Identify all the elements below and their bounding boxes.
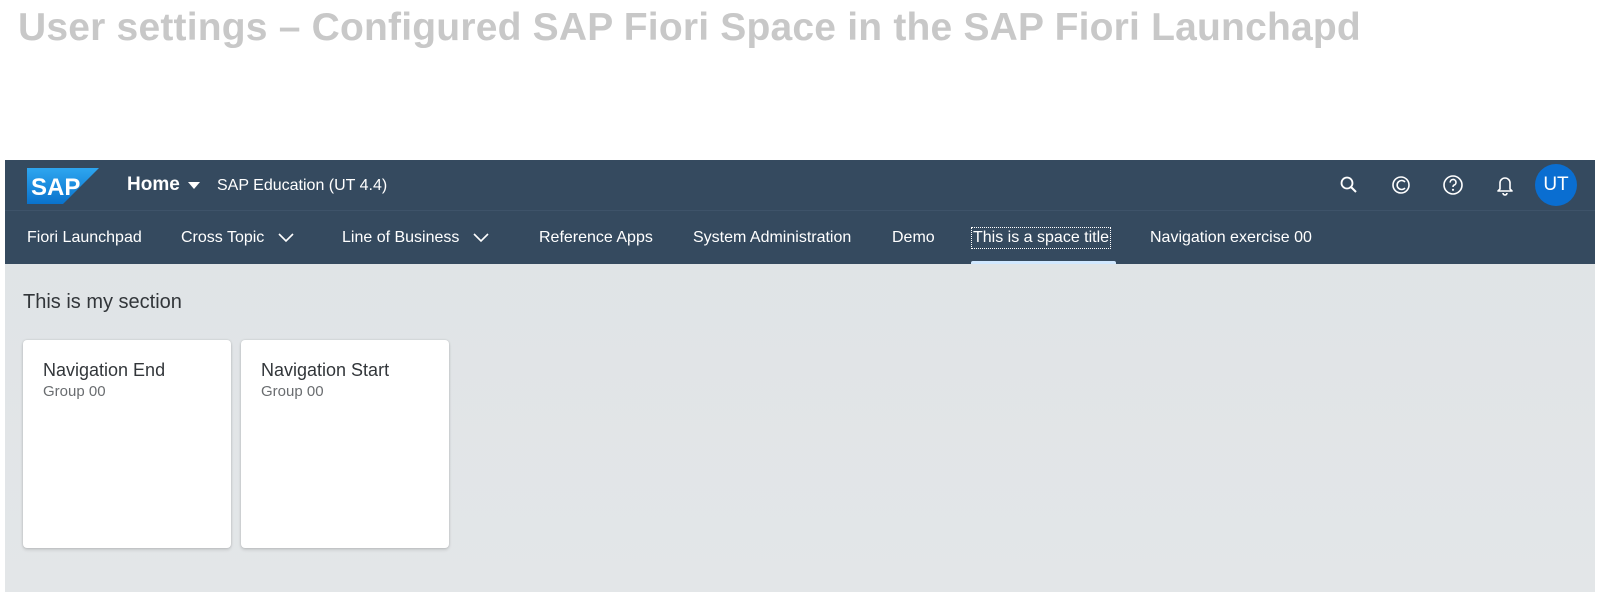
search-button[interactable]	[1323, 160, 1375, 210]
space-tab-bar: Fiori Launchpad Cross Topic Line of Busi…	[5, 210, 1595, 264]
tile-subtitle: Group 00	[43, 383, 106, 400]
user-avatar[interactable]: UT	[1535, 164, 1577, 206]
tab-demo[interactable]: Demo	[892, 211, 935, 264]
tab-fiori-launchpad[interactable]: Fiori Launchpad	[27, 211, 142, 264]
tab-line-of-business[interactable]: Line of Business	[342, 211, 489, 264]
tab-reference-apps[interactable]: Reference Apps	[539, 211, 653, 264]
tile-navigation-end[interactable]: Navigation End Group 00	[23, 340, 231, 548]
system-title: SAP Education (UT 4.4)	[217, 177, 388, 194]
chevron-down-icon	[473, 232, 489, 243]
shell-bar: SAP Home SAP Education (UT 4.4) UT	[5, 160, 1595, 210]
tile-title: Navigation End	[43, 360, 166, 380]
fiori-launchpad-window: SAP Home SAP Education (UT 4.4) UT Fiori…	[5, 160, 1595, 592]
tab-this-is-a-space-title[interactable]: This is a space title	[970, 211, 1112, 264]
tab-navigation-exercise-00[interactable]: Navigation exercise 00	[1150, 211, 1312, 264]
help-icon	[1443, 175, 1463, 195]
tab-cross-topic[interactable]: Cross Topic	[181, 211, 294, 264]
tab-system-administration[interactable]: System Administration	[693, 211, 851, 264]
chevron-down-icon	[278, 232, 294, 243]
tile-navigation-start[interactable]: Navigation Start Group 00	[241, 340, 449, 548]
notifications-button[interactable]	[1479, 160, 1531, 210]
selected-tab-indicator	[971, 261, 1116, 264]
tab-label: Reference Apps	[539, 228, 653, 246]
sap-logo[interactable]: SAP	[27, 168, 99, 204]
search-icon	[1340, 176, 1357, 193]
section-title: This is my section	[23, 291, 182, 313]
tab-label: System Administration	[693, 228, 852, 246]
copilot-icon	[1392, 176, 1410, 194]
shell-actions: UT	[1323, 160, 1595, 210]
tab-label: Demo	[892, 228, 935, 246]
help-button[interactable]	[1427, 160, 1479, 210]
tile-subtitle: Group 00	[261, 383, 324, 400]
tab-label: Line of Business	[342, 228, 460, 246]
tab-label: Cross Topic	[181, 228, 265, 246]
slide-title: User settings – Configured SAP Fiori Spa…	[18, 6, 1361, 49]
home-label: Home	[127, 174, 180, 195]
tab-label: Navigation exercise 00	[1150, 228, 1312, 246]
tab-label: This is a space title	[970, 226, 1112, 249]
copilot-button[interactable]	[1375, 160, 1427, 210]
sap-logo-text: SAP	[31, 174, 80, 201]
tab-label: Fiori Launchpad	[27, 228, 142, 246]
tile-title: Navigation Start	[261, 360, 390, 380]
notification-bell-icon	[1497, 177, 1513, 196]
home-menu-button[interactable]: Home	[127, 174, 200, 196]
caret-down-icon	[187, 181, 200, 189]
